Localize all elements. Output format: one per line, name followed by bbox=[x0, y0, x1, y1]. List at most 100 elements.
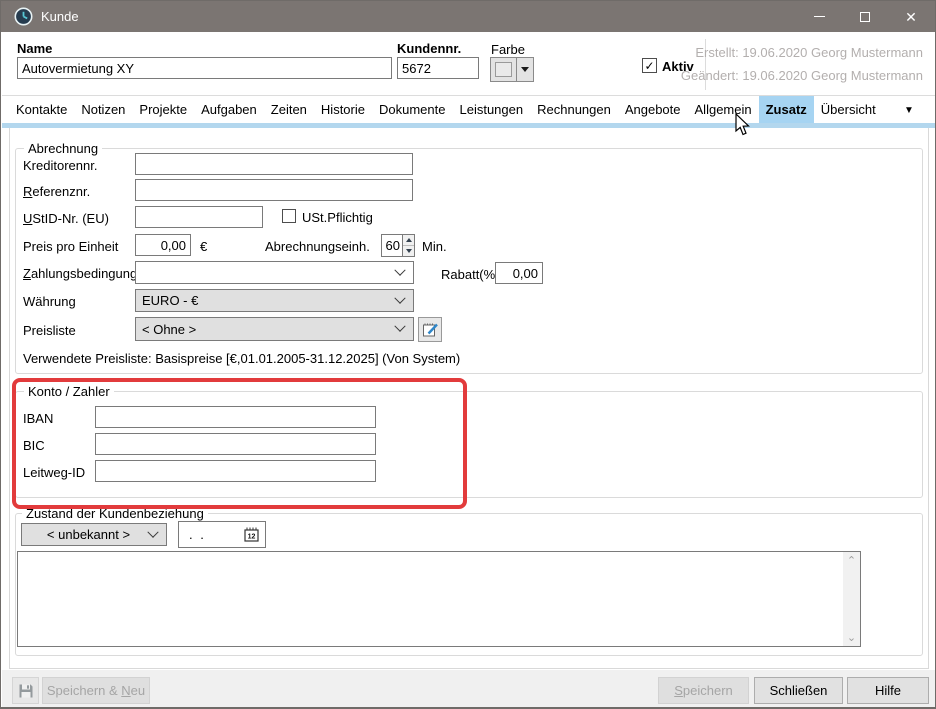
maximize-icon bbox=[860, 12, 870, 22]
edit-note-icon bbox=[422, 321, 439, 338]
referenznr-label: Referenznr. bbox=[23, 184, 90, 199]
color-picker[interactable] bbox=[490, 57, 534, 82]
tab-dokumente[interactable]: Dokumente bbox=[372, 96, 452, 123]
window-title: Kunde bbox=[41, 1, 79, 32]
bic-label: BIC bbox=[23, 438, 45, 453]
iban-input[interactable] bbox=[95, 406, 376, 428]
zustand-value: < unbekannt > bbox=[22, 527, 149, 542]
close-button[interactable]: ✕ bbox=[888, 1, 934, 32]
abrechnung-legend: Abrechnung bbox=[24, 141, 102, 156]
zustand-notes-wrap: ⌃ ⌄ bbox=[17, 551, 861, 647]
tab-rechnungen[interactable]: Rechnungen bbox=[530, 96, 618, 123]
name-input[interactable] bbox=[17, 57, 392, 79]
button-bar: Speichern & Neu Speichern Schließen Hilf… bbox=[2, 670, 936, 708]
kunde-dialog: Kunde ✕ Name Kundennr. Farbe ✓ Aktiv Ers… bbox=[0, 0, 936, 709]
tab-historie[interactable]: Historie bbox=[314, 96, 372, 123]
preisliste-value: < Ohne > bbox=[136, 322, 396, 337]
chevron-down-icon bbox=[394, 292, 405, 303]
rabatt-input[interactable] bbox=[495, 262, 543, 284]
tab-projekte[interactable]: Projekte bbox=[132, 96, 194, 123]
stepper-up-button[interactable] bbox=[403, 235, 414, 245]
chevron-down-icon bbox=[147, 526, 158, 537]
ustpflichtig-checkbox[interactable] bbox=[282, 209, 296, 223]
scroll-down-icon[interactable]: ⌄ bbox=[843, 629, 860, 646]
kreditorennr-label: Kreditorennr. bbox=[23, 158, 97, 173]
waehrung-select[interactable]: EURO - € bbox=[135, 289, 414, 312]
zustand-select[interactable]: < unbekannt > bbox=[21, 523, 167, 546]
minimize-icon bbox=[814, 16, 825, 17]
leitweg-input[interactable] bbox=[95, 460, 376, 482]
tab-angebote[interactable]: Angebote bbox=[618, 96, 688, 123]
arrow-down-icon bbox=[406, 249, 412, 253]
record-info: Erstellt: 19.06.2020 Georg Mustermann Ge… bbox=[705, 39, 928, 90]
tab-strip-highlight bbox=[2, 123, 936, 128]
euro-unit-label: € bbox=[200, 239, 207, 254]
save-icon-button[interactable] bbox=[12, 677, 39, 704]
maximize-button[interactable] bbox=[842, 1, 888, 32]
referenznr-input[interactable] bbox=[135, 179, 413, 201]
geaendert-text: Geändert: 19.06.2020 Georg Mustermann bbox=[681, 68, 923, 83]
kundennr-input[interactable] bbox=[397, 57, 479, 79]
color-dropdown-button[interactable] bbox=[517, 57, 534, 82]
tab-leistungen[interactable]: Leistungen bbox=[452, 96, 530, 123]
ustpflichtig-label: USt.Pflichtig bbox=[302, 210, 373, 225]
aktiv-checkbox[interactable]: ✓ bbox=[642, 58, 657, 73]
zahlungsbedingung-label: Zahlungsbedingung bbox=[23, 266, 137, 281]
verwendete-preisliste-text: Verwendete Preisliste: Basispreise [€,01… bbox=[23, 351, 460, 366]
preisliste-select[interactable]: < Ohne > bbox=[135, 317, 414, 341]
abrechnungseinh-label: Abrechnungseinh. bbox=[265, 239, 370, 254]
header-panel: Name Kundennr. Farbe ✓ Aktiv Erstellt: 1… bbox=[2, 32, 936, 96]
color-swatch-button[interactable] bbox=[490, 57, 517, 82]
kreditorennr-input[interactable] bbox=[135, 153, 413, 175]
erstellt-text: Erstellt: 19.06.2020 Georg Mustermann bbox=[695, 45, 923, 60]
speichern-neu-button[interactable]: Speichern & Neu bbox=[42, 677, 150, 704]
bic-input[interactable] bbox=[95, 433, 376, 455]
waehrung-label: Währung bbox=[23, 294, 76, 309]
preis-pro-einheit-label: Preis pro Einheit bbox=[23, 239, 118, 254]
ustid-label: UStID-Nr. (EU) bbox=[23, 211, 109, 226]
tab-notizen[interactable]: Notizen bbox=[74, 96, 132, 123]
arrow-up-icon bbox=[406, 238, 412, 242]
konto-zahler-legend: Konto / Zahler bbox=[24, 384, 114, 399]
preis-pro-einheit-input[interactable] bbox=[135, 234, 191, 256]
tab-zeiten[interactable]: Zeiten bbox=[264, 96, 314, 123]
abrechnungseinh-value: 60 bbox=[382, 235, 402, 256]
zustand-legend: Zustand der Kundenbeziehung bbox=[22, 506, 208, 521]
tab-zusatz[interactable]: Zusatz bbox=[759, 96, 814, 123]
tab-allgemein[interactable]: Allgemein bbox=[688, 96, 759, 123]
min-unit-label: Min. bbox=[422, 239, 447, 254]
check-icon: ✓ bbox=[644, 60, 654, 72]
speichern-button[interactable]: Speichern bbox=[658, 677, 749, 704]
hilfe-button[interactable]: Hilfe bbox=[847, 677, 929, 704]
vertical-scrollbar[interactable]: ⌃ ⌄ bbox=[843, 552, 860, 646]
chevron-down-icon bbox=[394, 264, 405, 275]
title-bar: Kunde ✕ bbox=[1, 1, 935, 32]
scroll-up-icon[interactable]: ⌃ bbox=[843, 552, 860, 569]
clock-icon bbox=[14, 7, 33, 26]
tab-kontakte[interactable]: Kontakte bbox=[9, 96, 74, 123]
leitweg-label: Leitweg-ID bbox=[23, 465, 85, 480]
zustand-date-field[interactable]: . . 12 bbox=[178, 521, 266, 548]
abrechnungseinh-stepper[interactable]: 60 bbox=[381, 234, 415, 257]
chevron-down-icon bbox=[521, 67, 529, 72]
tab-bar: KontakteNotizenProjekteAufgabenZeitenHis… bbox=[9, 96, 883, 123]
close-icon: ✕ bbox=[905, 10, 917, 24]
tab-aufgaben[interactable]: Aufgaben bbox=[194, 96, 264, 123]
preisliste-edit-button[interactable] bbox=[418, 317, 442, 342]
iban-label: IBAN bbox=[23, 411, 53, 426]
ustid-input[interactable] bbox=[135, 206, 263, 228]
zustand-notes-textarea[interactable] bbox=[18, 552, 860, 646]
kundennr-label: Kundennr. bbox=[397, 41, 461, 56]
chevron-down-icon bbox=[394, 321, 405, 332]
schliessen-button[interactable]: Schließen bbox=[754, 677, 843, 704]
calendar-icon[interactable]: 12 bbox=[243, 526, 260, 543]
color-swatch bbox=[495, 62, 512, 77]
name-label: Name bbox=[17, 41, 52, 56]
floppy-disk-icon bbox=[18, 683, 34, 699]
tab-overflow-button[interactable]: ▼ bbox=[904, 105, 914, 116]
minimize-button[interactable] bbox=[797, 1, 842, 32]
stepper-down-button[interactable] bbox=[403, 245, 414, 256]
zahlungsbedingung-select[interactable] bbox=[135, 261, 414, 284]
tab-ubersicht[interactable]: Übersicht bbox=[814, 96, 883, 123]
rabatt-label: Rabatt(%) bbox=[441, 267, 500, 282]
